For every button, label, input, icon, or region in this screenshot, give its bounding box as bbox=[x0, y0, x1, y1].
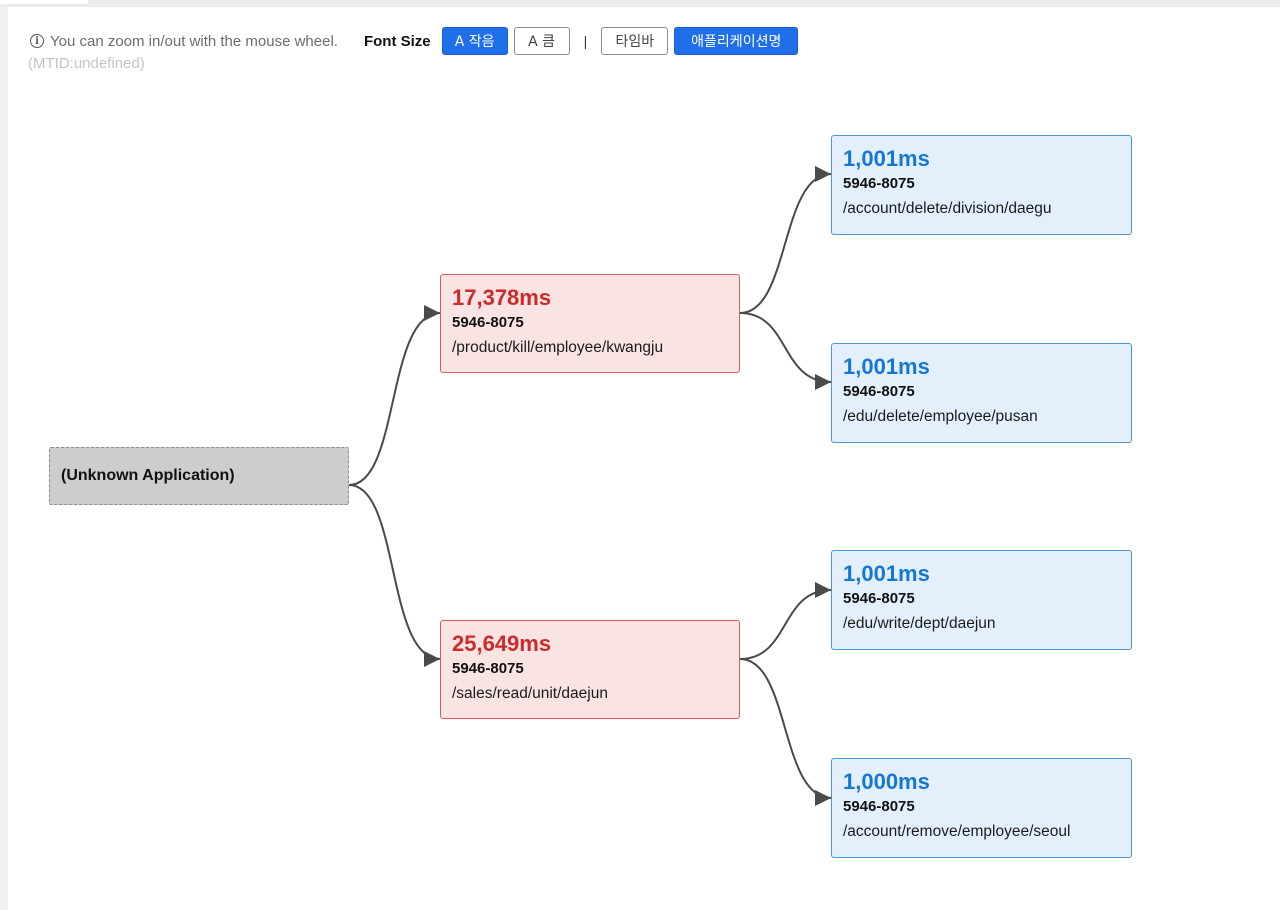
trace-node-n4[interactable]: 1,001ms 5946-8075 /edu/delete/employee/p… bbox=[831, 343, 1132, 443]
top-strip bbox=[0, 0, 1280, 7]
node-response-time: 1,001ms bbox=[843, 561, 930, 586]
node-response-time: 1,001ms bbox=[843, 354, 930, 379]
edge-n2-n6 bbox=[739, 658, 832, 806]
node-path: /sales/read/unit/daejun bbox=[452, 685, 608, 702]
trace-node-n1[interactable]: 17,378ms 5946-8075 /product/kill/employe… bbox=[440, 274, 740, 373]
node-path: /edu/delete/employee/pusan bbox=[843, 408, 1038, 425]
node-id: 5946-8075 bbox=[843, 175, 915, 192]
edge-n2-n5 bbox=[739, 582, 832, 660]
tab-nub bbox=[0, 0, 88, 4]
node-id: 5946-8075 bbox=[843, 383, 915, 400]
trace-tree-panel[interactable]: i You can zoom in/out with the mouse whe… bbox=[8, 7, 1280, 910]
edge-root-n1 bbox=[348, 305, 441, 486]
trace-node-n6[interactable]: 1,000ms 5946-8075 /account/remove/employ… bbox=[831, 758, 1132, 858]
node-id: 5946-8075 bbox=[843, 590, 915, 607]
node-path: /product/kill/employee/kwangju bbox=[452, 339, 664, 356]
edge-n1-n3 bbox=[739, 166, 832, 314]
node-id: 5946-8075 bbox=[452, 314, 524, 331]
node-response-time: 1,001ms bbox=[843, 146, 930, 171]
node-response-time: 1,000ms bbox=[843, 769, 930, 794]
edge-n1-n4 bbox=[739, 312, 832, 390]
root-node[interactable]: (Unknown Application) bbox=[49, 447, 349, 505]
node-id: 5946-8075 bbox=[843, 798, 915, 815]
node-response-time: 25,649ms bbox=[452, 631, 552, 656]
trace-node-n3[interactable]: 1,001ms 5946-8075 /account/delete/divisi… bbox=[831, 135, 1132, 235]
edge-root-n2 bbox=[348, 484, 441, 667]
node-id: 5946-8075 bbox=[452, 660, 524, 677]
root-node-label: (Unknown Application) bbox=[61, 467, 235, 484]
node-path: /edu/write/dept/daejun bbox=[843, 615, 996, 632]
node-response-time: 17,378ms bbox=[452, 285, 552, 310]
trace-node-n5[interactable]: 1,001ms 5946-8075 /edu/write/dept/daejun bbox=[831, 550, 1132, 650]
node-path: /account/delete/division/daegu bbox=[843, 200, 1052, 217]
node-path: /account/remove/employee/seoul bbox=[843, 823, 1071, 840]
trace-node-n2[interactable]: 25,649ms 5946-8075 /sales/read/unit/daej… bbox=[440, 620, 740, 719]
